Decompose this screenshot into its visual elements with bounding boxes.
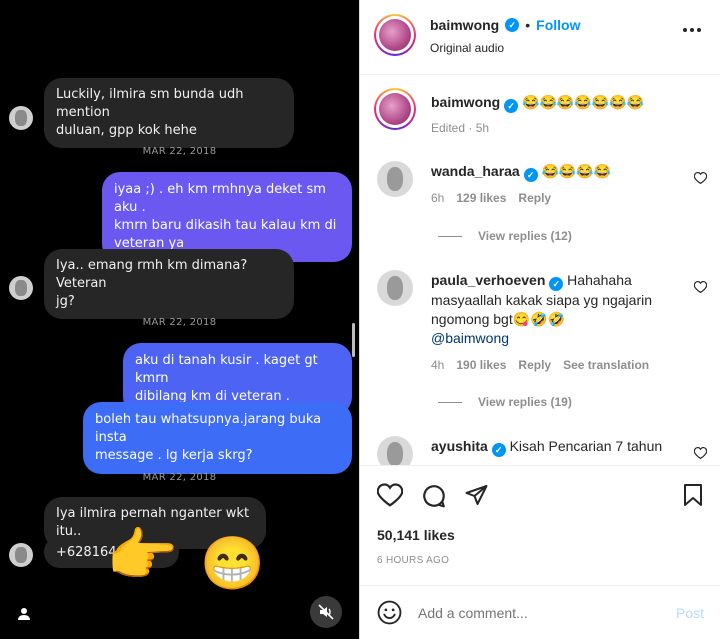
post-header: baimwong ✓ • Follow Original audio	[360, 0, 720, 75]
mention-link[interactable]: @baimwong	[431, 330, 509, 346]
caption-meta: Edited · 5h	[431, 121, 490, 135]
verified-icon: ✓	[523, 168, 538, 182]
pointing-hand-emoji: 👉	[106, 523, 179, 588]
chat-bubble-incoming: Iya.. emang rmh km dimana? Veteran jg?	[44, 249, 294, 319]
heart-icon[interactable]	[693, 280, 708, 298]
avatar[interactable]	[377, 436, 413, 465]
chat-date: MAR 22, 2018	[142, 146, 217, 157]
avatar[interactable]	[374, 88, 416, 130]
caption-text: 😂😂😂😂😂😂😂	[522, 94, 645, 110]
verified-icon: ✓	[505, 18, 520, 32]
reply-button[interactable]: Reply	[518, 191, 551, 205]
comment-username[interactable]: ayushita	[431, 438, 488, 454]
verified-icon: ✓	[549, 277, 564, 291]
share-icon[interactable]	[464, 483, 489, 512]
comment-time: 4h	[431, 358, 445, 372]
follow-button[interactable]: Follow	[536, 17, 580, 33]
chat-avatar	[9, 276, 33, 300]
scrollbar[interactable]	[352, 323, 355, 357]
comment-likes[interactable]: 129 likes	[456, 191, 506, 205]
chat-date: MAR 22, 2018	[142, 472, 217, 483]
heart-icon[interactable]	[693, 171, 708, 189]
avatar[interactable]	[374, 14, 416, 56]
chat-date: MAR 22, 2018	[142, 317, 217, 328]
view-replies-button[interactable]: View replies (12)	[438, 229, 572, 243]
bookmark-icon[interactable]	[683, 483, 703, 512]
verified-icon: ✓	[504, 99, 519, 113]
post-sidebar: baimwong ✓ • Follow Original audio baimw…	[359, 0, 720, 639]
user-icon[interactable]	[14, 604, 34, 624]
header-username[interactable]: baimwong	[430, 17, 499, 33]
verified-icon: ✓	[491, 443, 506, 457]
heart-icon[interactable]	[693, 446, 708, 464]
chat-bubble-incoming: Luckily, ilmira sm bunda udh mention dul…	[44, 78, 294, 148]
grin-emoji: 😁	[200, 535, 265, 593]
reel-media[interactable]: Luckily, ilmira sm bunda udh mention dul…	[0, 0, 359, 639]
comment-input[interactable]	[418, 602, 658, 624]
comment-text: 😂😂😂😂	[541, 163, 612, 179]
chat-bubble-outgoing: boleh tau whatsupnya.jarang buka insta m…	[83, 402, 352, 474]
avatar[interactable]	[377, 270, 413, 306]
emoji-icon[interactable]	[377, 600, 402, 630]
like-icon[interactable]	[376, 483, 404, 512]
comment-text: Kisah Pencarian 7 tahun	[509, 438, 663, 454]
comment-likes[interactable]: 190 likes	[456, 358, 506, 372]
likes-count[interactable]: 50,141 likes	[377, 527, 455, 543]
avatar[interactable]	[377, 161, 413, 197]
see-translation-button[interactable]: See translation	[563, 358, 649, 372]
view-replies-button[interactable]: View replies (19)	[438, 395, 572, 409]
add-comment-bar: Post	[360, 585, 720, 639]
chat-avatar	[9, 106, 33, 130]
post-time: 6 HOURS AGO	[377, 555, 450, 566]
post-button[interactable]: Post	[676, 605, 704, 621]
comment: ayushita ✓ Kisah Pencarian 7 tahun	[360, 434, 720, 465]
action-bar: 50,141 likes 6 HOURS AGO	[360, 465, 720, 585]
comment-username[interactable]: paula_verhoeven	[431, 272, 545, 288]
dot-separator: •	[525, 17, 531, 33]
comment-username[interactable]: wanda_haraa	[431, 163, 520, 179]
reply-button[interactable]: Reply	[518, 358, 551, 372]
comment-time: 6h	[431, 191, 445, 205]
more-horizontal-icon[interactable]	[683, 28, 701, 32]
chat-avatar	[9, 543, 33, 567]
audio-label[interactable]: Original audio	[430, 41, 504, 55]
mute-icon[interactable]	[310, 596, 342, 628]
comment-icon[interactable]	[421, 483, 447, 514]
caption-username[interactable]: baimwong	[431, 94, 500, 110]
